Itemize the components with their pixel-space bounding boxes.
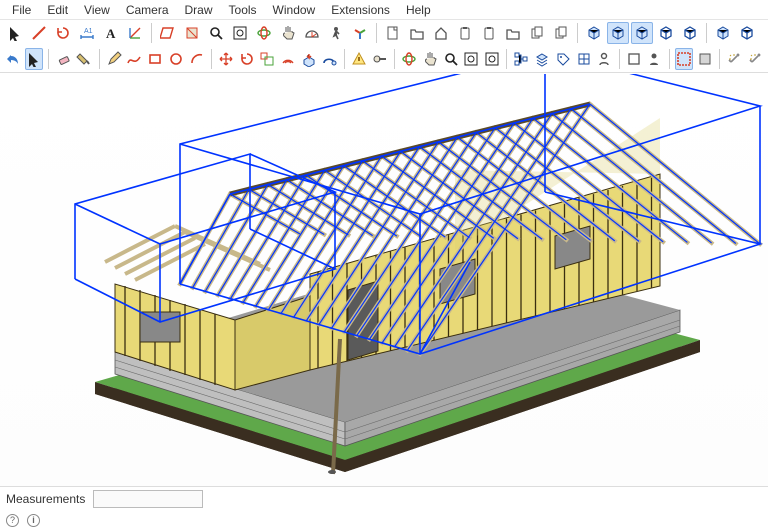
pan-icon[interactable] <box>277 22 299 44</box>
followme-icon[interactable] <box>320 48 339 70</box>
scale-tool-icon[interactable] <box>258 48 277 70</box>
separator <box>669 49 670 69</box>
menu-edit[interactable]: Edit <box>41 1 74 19</box>
wire-box-icon[interactable] <box>655 22 677 44</box>
separator <box>394 49 395 69</box>
pencil-icon[interactable] <box>104 48 123 70</box>
orbit-nav-icon[interactable] <box>400 48 419 70</box>
menu-bar: File Edit View Camera Draw Tools Window … <box>0 0 768 20</box>
separator <box>151 23 152 43</box>
circle-icon[interactable] <box>166 48 185 70</box>
separator <box>706 23 707 43</box>
avatar-icon[interactable] <box>645 48 664 70</box>
folder-icon[interactable] <box>502 22 524 44</box>
menu-extensions[interactable]: Extensions <box>325 1 396 19</box>
shaded-icon[interactable] <box>631 22 653 44</box>
pan-nav-icon[interactable] <box>421 48 440 70</box>
menu-tools[interactable]: Tools <box>223 1 263 19</box>
separator <box>719 49 720 69</box>
dimension-icon[interactable] <box>76 22 98 44</box>
axes-icon[interactable] <box>349 22 371 44</box>
zoom-window-icon[interactable] <box>462 48 481 70</box>
orbit-icon[interactable] <box>253 22 275 44</box>
menu-file[interactable]: File <box>6 1 37 19</box>
wire-rect-icon[interactable] <box>624 48 643 70</box>
layers-icon[interactable] <box>533 48 552 70</box>
selection-box-icon[interactable] <box>675 48 694 70</box>
measurements-label: Measurements <box>6 492 85 506</box>
section-fill-icon[interactable] <box>181 22 203 44</box>
menu-help[interactable]: Help <box>400 1 437 19</box>
axis-icon[interactable] <box>124 22 146 44</box>
freehand-icon[interactable] <box>125 48 144 70</box>
cube-shade-icon[interactable] <box>712 22 734 44</box>
model-viewport[interactable] <box>0 74 768 486</box>
separator <box>376 23 377 43</box>
rotate-tool-icon[interactable] <box>237 48 256 70</box>
separator <box>211 49 212 69</box>
tape-icon[interactable] <box>370 48 389 70</box>
undo-icon[interactable] <box>4 48 23 70</box>
component-icon[interactable] <box>574 48 593 70</box>
cursor-icon[interactable] <box>25 48 44 70</box>
status-bar: Measurements ? i <box>0 486 768 530</box>
wand-2-icon[interactable] <box>745 48 764 70</box>
protractor-icon[interactable] <box>301 22 323 44</box>
separator <box>48 49 49 69</box>
arc-icon[interactable] <box>187 48 206 70</box>
separator <box>577 23 578 43</box>
outliner-icon[interactable] <box>512 48 531 70</box>
help-icon[interactable]: ? <box>6 514 19 527</box>
warning-icon[interactable] <box>350 48 369 70</box>
rectangle-icon[interactable] <box>146 48 165 70</box>
zoom-extents-icon[interactable] <box>483 48 502 70</box>
tags-icon[interactable] <box>553 48 572 70</box>
toolbar-row-2 <box>0 46 768 72</box>
separator <box>506 49 507 69</box>
solid-box-icon[interactable] <box>583 22 605 44</box>
wand-icon[interactable] <box>725 48 744 70</box>
paint-icon[interactable] <box>75 48 94 70</box>
clipboard-icon[interactable] <box>526 22 548 44</box>
offset-icon[interactable] <box>279 48 298 70</box>
zoom-icon[interactable] <box>205 22 227 44</box>
paste-icon[interactable] <box>478 22 500 44</box>
zoom-extent-icon[interactable] <box>229 22 251 44</box>
menu-draw[interactable]: Draw <box>179 1 219 19</box>
info-icon[interactable]: i <box>27 514 40 527</box>
move-tool-icon[interactable] <box>217 48 236 70</box>
rotate-icon[interactable] <box>52 22 74 44</box>
menu-camera[interactable]: Camera <box>120 1 175 19</box>
toolbars <box>0 20 768 73</box>
separator <box>99 49 100 69</box>
separator <box>619 49 620 69</box>
hidden-box-icon[interactable] <box>679 22 701 44</box>
pushpull-icon[interactable] <box>299 48 318 70</box>
copy-icon[interactable] <box>550 22 572 44</box>
cube-wire-icon[interactable] <box>736 22 758 44</box>
measurements-input[interactable] <box>93 490 203 508</box>
eraser-icon[interactable] <box>54 48 73 70</box>
person-icon[interactable] <box>595 48 614 70</box>
text-icon[interactable] <box>100 22 122 44</box>
fill-rect-icon[interactable] <box>695 48 714 70</box>
select-line-icon[interactable] <box>28 22 50 44</box>
walk-icon[interactable] <box>325 22 347 44</box>
menu-view[interactable]: View <box>78 1 116 19</box>
toolbar-row-1 <box>0 20 768 46</box>
section-cut-icon[interactable] <box>157 22 179 44</box>
menu-window[interactable]: Window <box>267 1 322 19</box>
open-file-icon[interactable] <box>406 22 428 44</box>
box-view-icon[interactable] <box>607 22 629 44</box>
home-icon[interactable] <box>430 22 452 44</box>
separator <box>344 49 345 69</box>
new-file-icon[interactable] <box>382 22 404 44</box>
zoom-nav-icon[interactable] <box>441 48 460 70</box>
paste-place-icon[interactable] <box>454 22 476 44</box>
select-icon[interactable] <box>4 22 26 44</box>
